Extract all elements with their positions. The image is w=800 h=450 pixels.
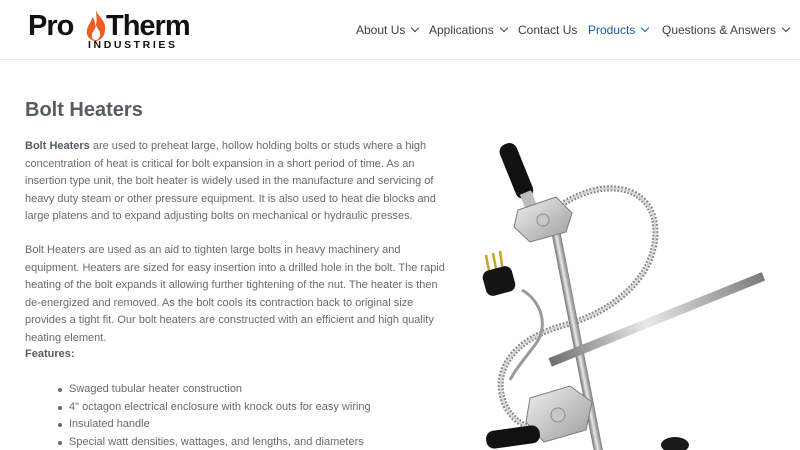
intro-bold-term: Bolt Heaters — [25, 140, 90, 152]
nav-about-us-label: About Us — [356, 23, 406, 37]
page-title: Bolt Heaters — [25, 99, 143, 121]
list-item: Swaged tubular heater construction — [58, 381, 371, 399]
plug-body — [482, 266, 516, 296]
chevron-down-icon — [781, 23, 791, 33]
features-heading: Features: — [25, 348, 75, 360]
nav-contact-us[interactable]: Contact Us — [518, 22, 577, 38]
nav-contact-us-label: Contact Us — [518, 23, 578, 37]
protherm-logo[interactable]: Pro Therm INDUSTRIES — [28, 10, 191, 52]
nav-questions-answers-label: Questions & Answers — [662, 23, 777, 37]
bolt-heater-product-image — [482, 143, 766, 450]
list-item: 4" octagon electrical enclosure with kno… — [58, 399, 371, 417]
nav-questions-answers[interactable]: Questions & Answers — [662, 22, 791, 38]
intro-paragraph: Bolt Heaters are used to preheat large, … — [25, 138, 450, 226]
enclosure-knockout — [550, 407, 566, 423]
enclosure-knockout — [536, 213, 550, 227]
rod-end-cap — [661, 437, 689, 450]
chevron-down-icon — [641, 23, 650, 33]
site-header: Pro Therm INDUSTRIES About Us Applicatio… — [0, 0, 800, 60]
nav-applications[interactable]: Applications — [429, 22, 508, 38]
logo-text-therm: Therm — [106, 10, 191, 42]
list-item: Insulated handle — [58, 416, 371, 434]
nav-about-us[interactable]: About Us — [356, 22, 420, 38]
chevron-down-icon — [411, 23, 420, 33]
description-paragraph: Bolt Heaters are used as an aid to tight… — [25, 244, 445, 344]
nav-applications-label: Applications — [429, 23, 494, 37]
logo-subtitle: INDUSTRIES — [88, 39, 178, 51]
logo-text-pro: Pro — [28, 10, 74, 42]
features-list: Swaged tubular heater construction 4" oc… — [58, 381, 371, 450]
nav-products-label: Products — [588, 23, 636, 37]
nav-products[interactable]: Products — [588, 22, 650, 38]
list-item: Special watt densities, wattages, and le… — [58, 434, 371, 450]
chevron-down-icon — [499, 23, 508, 33]
intro-text: are used to preheat large, hollow holdin… — [25, 140, 436, 223]
handle-lower — [486, 425, 540, 449]
